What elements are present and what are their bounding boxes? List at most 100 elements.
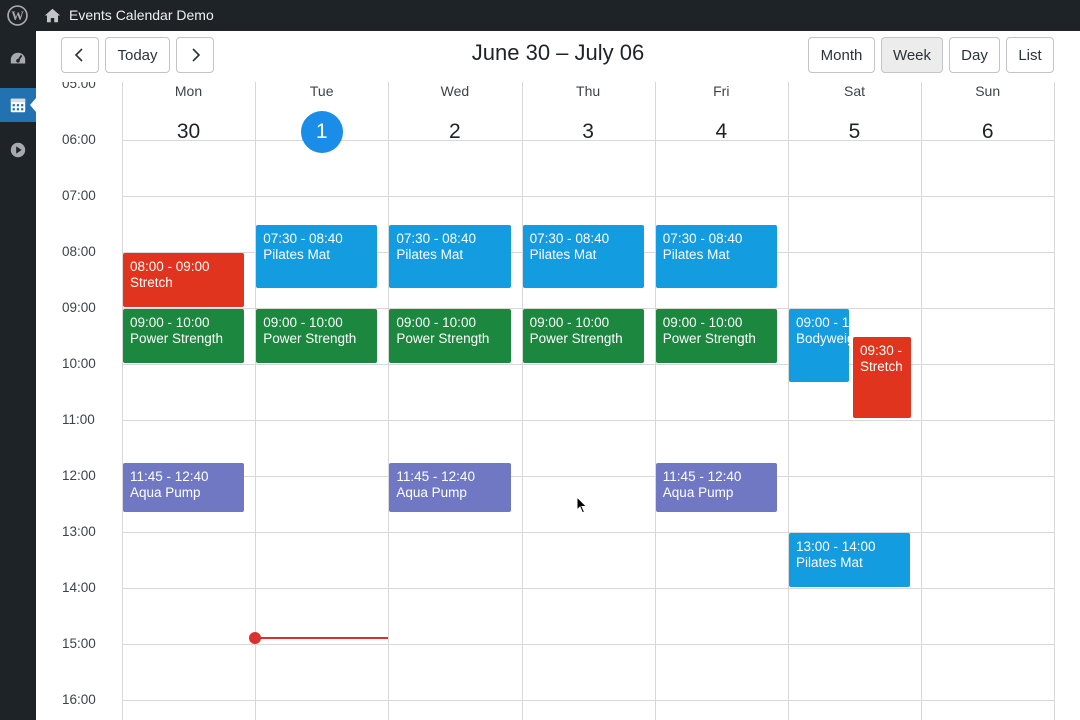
day-header-name: Wed xyxy=(440,83,470,99)
time-slot-label: 10:00 xyxy=(62,356,96,371)
chevron-left-icon xyxy=(74,48,83,62)
calendar-event[interactable]: 09:00 - 10:00 Power Strength xyxy=(256,309,378,363)
today-button[interactable]: Today xyxy=(105,37,170,73)
day-column-divider xyxy=(921,82,923,720)
event-time: 07:30 - 08:40 xyxy=(662,231,743,246)
wordpress-logo-icon[interactable]: W xyxy=(7,5,28,26)
event-time: 09:00 - 10:00 xyxy=(662,315,743,330)
day-column-divider xyxy=(654,82,656,720)
event-title: Power Strength xyxy=(662,330,756,346)
dashboard-gauge-icon xyxy=(10,52,26,64)
svg-text:W: W xyxy=(11,9,24,23)
time-slot-label: 05:00 xyxy=(62,82,96,91)
calendar-event[interactable]: 09:00 - 10:00 Power Strength xyxy=(522,309,644,363)
day-column-divider xyxy=(788,82,789,720)
today-date-circle[interactable]: 1 xyxy=(300,111,343,153)
event-title: Power Strength xyxy=(263,330,357,346)
time-slot-label: 09:00 xyxy=(62,300,96,315)
view-month-button[interactable]: Month xyxy=(808,37,875,73)
sidebar-item-events-calendar[interactable] xyxy=(0,88,36,122)
event-title: Aqua Pump xyxy=(662,484,734,500)
day-date-number[interactable]: 3 xyxy=(582,120,594,143)
play-circle-icon xyxy=(10,142,26,158)
day-header-date[interactable]: 3 xyxy=(522,111,655,153)
calendar-icon xyxy=(10,98,26,113)
calendar-event[interactable]: 07:30 - 08:40 Pilates Mat xyxy=(655,225,777,289)
event-time: 08:00 - 09:00 xyxy=(130,259,210,274)
calendar-event[interactable]: 09:00 - 10:00 Power Strength xyxy=(123,309,245,363)
event-title: Stretch xyxy=(860,358,903,374)
day-column-divider xyxy=(1054,82,1056,720)
day-header-date[interactable]: 30 xyxy=(122,111,255,153)
day-header-date[interactable]: 6 xyxy=(921,111,1054,153)
calendar-event[interactable]: 11:45 - 12:40 Aqua Pump xyxy=(655,463,777,513)
event-time: 11:45 - 12:40 xyxy=(662,469,742,484)
hour-gridline xyxy=(122,588,1054,589)
event-time: 11:45 - 12:40 xyxy=(130,469,209,484)
calendar-event[interactable]: 07:30 - 08:40 Pilates Mat xyxy=(522,225,644,289)
day-column-divider xyxy=(122,82,123,720)
event-time: 13:00 - 14:00 xyxy=(796,539,876,554)
calendar-event[interactable]: 09:30 - Stretch xyxy=(853,337,911,419)
hour-gridline xyxy=(122,196,1054,197)
calendar-event[interactable]: 11:45 - 12:40 Aqua Pump xyxy=(123,463,245,513)
calendar-event[interactable]: 11:45 - 12:40 Aqua Pump xyxy=(389,463,511,513)
day-column-divider xyxy=(521,82,523,720)
time-slot-label: 08:00 xyxy=(62,244,96,259)
event-time: 11:45 - 12:40 xyxy=(396,469,475,484)
view-day-button[interactable]: Day xyxy=(949,37,1000,73)
time-slot-label: 11:00 xyxy=(62,412,95,427)
day-header-date[interactable]: 1 xyxy=(255,111,388,153)
event-time: 09:00 - 10:00 xyxy=(263,315,343,330)
time-slot-label: 07:00 xyxy=(62,188,96,203)
event-time: 07:30 - 08:40 xyxy=(396,231,476,246)
prev-week-button[interactable] xyxy=(61,37,99,73)
admin-sidebar-menu xyxy=(0,31,36,720)
day-header-date[interactable]: 2 xyxy=(388,111,521,153)
calendar-event[interactable]: 07:30 - 08:40 Pilates Mat xyxy=(389,225,511,289)
view-list-button[interactable]: List xyxy=(1006,37,1054,73)
event-title: Power Strength xyxy=(529,330,623,346)
event-time: 09:00 - 10:00 xyxy=(529,315,610,330)
now-indicator-line xyxy=(255,637,389,640)
time-slot-label: 13:00 xyxy=(62,524,96,539)
calendar-event[interactable]: 13:00 - 14:00 Pilates Mat xyxy=(789,533,911,587)
sidebar-item-media-player[interactable] xyxy=(0,133,36,167)
mouse-cursor-icon xyxy=(576,496,588,514)
event-time: 07:30 - 08:40 xyxy=(263,231,343,246)
day-header-name: Sun xyxy=(975,83,1001,99)
hour-gridline xyxy=(122,476,1054,477)
day-header-date[interactable]: 4 xyxy=(655,111,788,153)
day-date-number[interactable]: 4 xyxy=(715,120,727,143)
calendar-event[interactable]: 07:30 - 08:40 Pilates Mat xyxy=(256,225,378,289)
day-date-number[interactable]: 30 xyxy=(177,120,200,143)
event-title: Aqua Pump xyxy=(130,484,201,500)
view-week-button[interactable]: Week xyxy=(881,37,943,73)
calendar-event[interactable]: 09:00 - 10:00 Power Strength xyxy=(389,309,511,363)
day-header-name: Sat xyxy=(843,83,865,99)
day-date-number[interactable]: 6 xyxy=(982,120,994,143)
hour-gridline xyxy=(122,700,1054,701)
site-title-link[interactable]: Events Calendar Demo xyxy=(69,7,214,23)
next-week-button[interactable] xyxy=(176,37,214,73)
sidebar-item-dashboard[interactable] xyxy=(0,42,36,76)
calendar-event[interactable]: 08:00 - 09:00 Stretch xyxy=(123,253,245,307)
calendar-range-title: June 30 – July 06 xyxy=(471,40,645,65)
event-time: 09:00 - 10:00 xyxy=(130,315,210,330)
calendar-event[interactable]: 09:00 - 1 Bodyweig xyxy=(789,309,849,382)
event-title: Pilates Mat xyxy=(529,246,597,262)
week-time-grid: 05:00 06:00 07:00 08:00 09:00 10:00 11:00 12:00… xyxy=(36,82,1080,720)
day-column-divider xyxy=(255,82,257,720)
calendar-event[interactable]: 09:00 - 10:00 Power Strength xyxy=(655,309,777,363)
admin-bar: W Events Calendar Demo xyxy=(0,0,1080,31)
time-slot-label: 14:00 xyxy=(62,580,96,595)
day-header-date[interactable]: 5 xyxy=(788,111,921,153)
day-header-name: Thu xyxy=(576,83,601,99)
time-slot-label: 12:00 xyxy=(62,468,96,483)
day-date-number[interactable]: 5 xyxy=(849,120,861,143)
home-icon[interactable] xyxy=(44,7,61,24)
day-header-name: Mon xyxy=(174,83,203,99)
hour-gridline xyxy=(122,420,1054,421)
day-date-number[interactable]: 2 xyxy=(449,120,461,143)
event-title: Pilates Mat xyxy=(396,246,464,262)
